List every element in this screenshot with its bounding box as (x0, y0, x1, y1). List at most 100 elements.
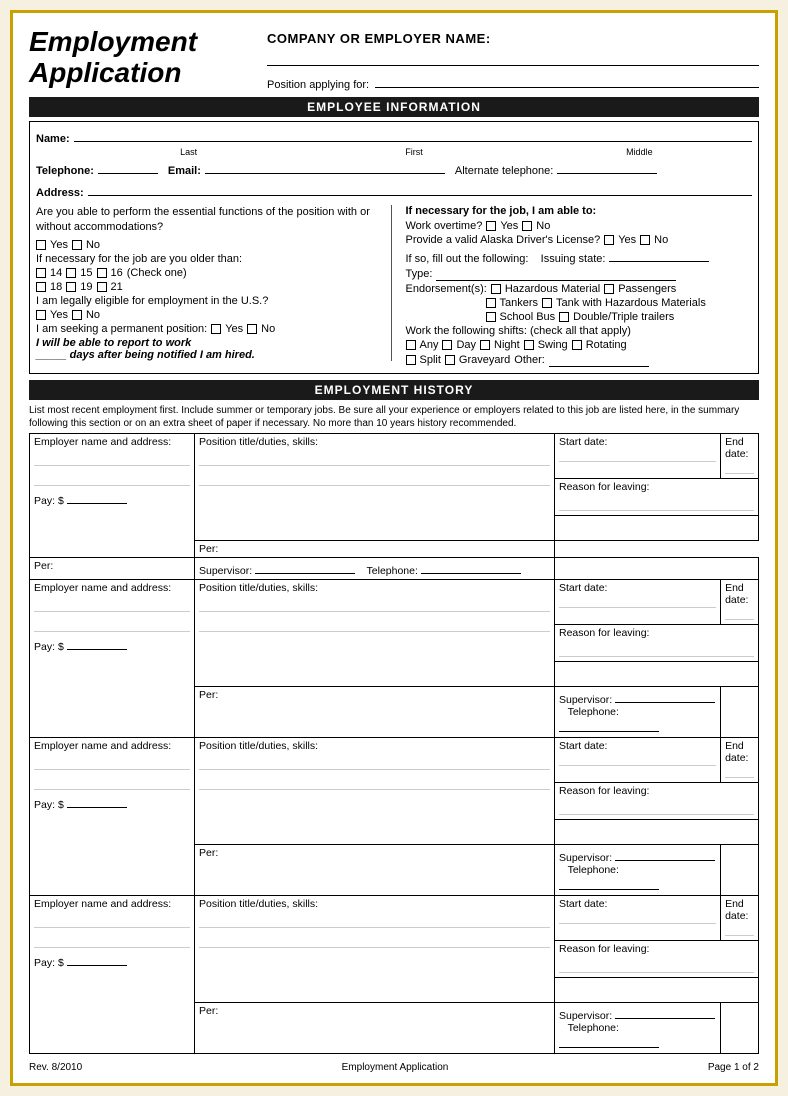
position-4-line2[interactable] (199, 930, 550, 948)
address-field[interactable] (88, 180, 752, 196)
night-checkbox[interactable] (480, 340, 490, 350)
reason-2c-cell (555, 662, 759, 687)
passengers-checkbox[interactable] (604, 284, 614, 294)
age-14-checkbox[interactable] (36, 268, 46, 278)
issuing-state-field[interactable] (609, 248, 709, 262)
split-checkbox[interactable] (406, 355, 416, 365)
type-field[interactable] (436, 267, 676, 281)
eligible-yes-checkbox[interactable] (36, 310, 46, 320)
supervisor-2-field[interactable] (615, 689, 715, 703)
position-1-line1[interactable] (199, 448, 550, 466)
report-work-line1: I will be able to report to work (36, 337, 383, 349)
age-18-checkbox[interactable] (36, 282, 46, 292)
end-date-2-field[interactable] (725, 606, 754, 620)
day-checkbox[interactable] (442, 340, 452, 350)
position-4-line1[interactable] (199, 910, 550, 928)
position-3-line1[interactable] (199, 752, 550, 770)
reason-2-field[interactable] (559, 639, 754, 657)
permanent-no-checkbox[interactable] (247, 324, 257, 334)
employer-4-line2[interactable] (34, 930, 190, 948)
reason-4c-field[interactable] (559, 980, 754, 998)
swing-checkbox[interactable] (524, 340, 534, 350)
end-date-3-field[interactable] (725, 764, 754, 778)
telephone-field[interactable] (98, 160, 158, 174)
supervisor-1-field[interactable] (255, 560, 355, 574)
double-triple-checkbox[interactable] (559, 312, 569, 322)
company-name-field[interactable] (267, 48, 759, 66)
dollar-2: $ (58, 641, 64, 653)
pay-4-field[interactable] (67, 952, 127, 966)
email-field[interactable] (205, 160, 445, 174)
rotating-checkbox[interactable] (572, 340, 582, 350)
telephone-sup-1-field[interactable] (421, 560, 521, 574)
start-date-2-field[interactable] (559, 594, 716, 608)
position-2-line1[interactable] (199, 594, 550, 612)
end-date-1-field[interactable] (725, 460, 754, 474)
if-so-label: If so, fill out the following: (406, 253, 529, 265)
graveyard-checkbox[interactable] (445, 355, 455, 365)
overtime-no-checkbox[interactable] (522, 221, 532, 231)
tank-hazardous-label: Tank with Hazardous Materials (556, 297, 706, 309)
employer-1-line2[interactable] (34, 468, 190, 486)
employer-2-line2[interactable] (34, 614, 190, 632)
age-21-checkbox[interactable] (97, 282, 107, 292)
supervisor-name-4-cell: Supervisor: Telephone: (555, 1003, 721, 1054)
pay-3-field[interactable] (67, 794, 127, 808)
position-3-line2[interactable] (199, 772, 550, 790)
supervisor-3-field[interactable] (615, 847, 715, 861)
employer-2-line1[interactable] (34, 594, 190, 612)
overtime-yes-checkbox[interactable] (486, 221, 496, 231)
other-label: Other: (514, 354, 545, 366)
position-2-cell: Position title/duties, skills: (195, 580, 555, 687)
tank-hazardous-checkbox[interactable] (542, 298, 552, 308)
graveyard-label: Graveyard (459, 354, 510, 366)
employer-3-line1[interactable] (34, 752, 190, 770)
reason-1c-field[interactable] (559, 518, 754, 536)
alt-telephone-field[interactable] (557, 160, 657, 174)
reason-3-field[interactable] (559, 797, 754, 815)
telephone-sup-2-field[interactable] (559, 718, 659, 732)
position-1-line2[interactable] (199, 468, 550, 486)
tankers-checkbox[interactable] (486, 298, 496, 308)
perform-yes-checkbox[interactable] (36, 240, 46, 250)
age-18-label: 18 (50, 281, 62, 293)
reason-3c-field[interactable] (559, 822, 754, 840)
pay-1-field[interactable] (67, 490, 127, 504)
age-19-checkbox[interactable] (66, 282, 76, 292)
end-date-4-cell: End date: (721, 896, 759, 941)
permanent-yes-checkbox[interactable] (211, 324, 221, 334)
reason-2c-field[interactable] (559, 664, 754, 682)
employer-1-line1[interactable] (34, 448, 190, 466)
reason-1-label: Reason for leaving: (559, 481, 649, 493)
start-date-1-field[interactable] (559, 448, 716, 462)
other-field[interactable] (549, 353, 649, 367)
if-so-row: If so, fill out the following: Issuing s… (406, 248, 753, 265)
supervisor-4-label: Supervisor: (559, 1010, 612, 1022)
telephone-sup-4-field[interactable] (559, 1034, 659, 1048)
pay-2-field[interactable] (67, 636, 127, 650)
alaska-yes-checkbox[interactable] (604, 235, 614, 245)
reason-4-field[interactable] (559, 955, 754, 973)
position-field[interactable] (375, 72, 759, 88)
employment-history-table: Employer name and address: Pay: $ Positi… (29, 433, 759, 1054)
alaska-no-checkbox[interactable] (640, 235, 650, 245)
reason-1-field[interactable] (559, 493, 754, 511)
supervisor-4-field[interactable] (615, 1005, 715, 1019)
employer-4-line1[interactable] (34, 910, 190, 928)
name-field[interactable] (74, 126, 752, 142)
position-2-line2[interactable] (199, 614, 550, 632)
hazardous-checkbox[interactable] (491, 284, 501, 294)
age-16-label: 16 (111, 267, 123, 279)
eligible-no-checkbox[interactable] (72, 310, 82, 320)
age-15-checkbox[interactable] (66, 268, 76, 278)
start-date-4-field[interactable] (559, 910, 716, 924)
title-line2: Application (29, 57, 181, 88)
telephone-sup-3-field[interactable] (559, 876, 659, 890)
employer-3-line2[interactable] (34, 772, 190, 790)
start-date-3-field[interactable] (559, 752, 716, 766)
any-checkbox[interactable] (406, 340, 416, 350)
end-date-4-field[interactable] (725, 922, 754, 936)
school-bus-checkbox[interactable] (486, 312, 496, 322)
perform-no-checkbox[interactable] (72, 240, 82, 250)
age-16-checkbox[interactable] (97, 268, 107, 278)
